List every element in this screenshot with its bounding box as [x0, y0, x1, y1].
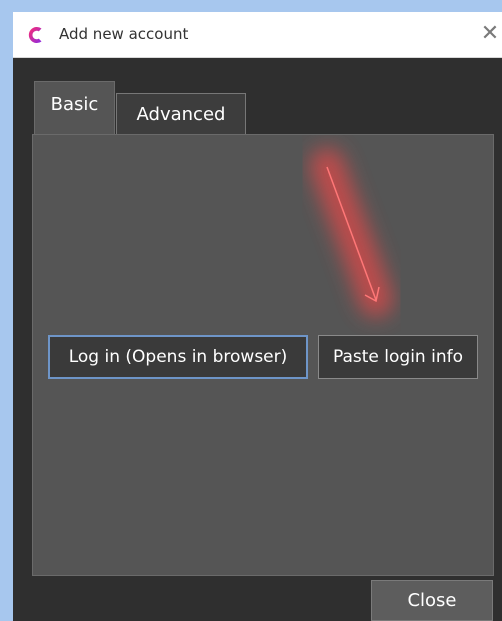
paste-login-info-button-label: Paste login info [333, 347, 463, 367]
paste-login-info-button[interactable]: Paste login info [318, 335, 478, 379]
dialog-window: Add new account ✕ Basic Advanced Log in … [13, 12, 502, 621]
c-logo-icon [28, 27, 42, 43]
title-bar: Add new account ✕ [13, 12, 502, 58]
login-browser-button-label: Log in (Opens in browser) [68, 347, 288, 367]
window-title: Add new account [59, 25, 189, 43]
close-icon[interactable]: ✕ [478, 20, 502, 48]
login-browser-button[interactable]: Log in (Opens in browser) [48, 335, 308, 379]
tab-basic-label: Basic [50, 94, 99, 115]
tab-advanced[interactable]: Advanced [116, 93, 246, 135]
basic-tab-panel: Log in (Opens in browser) Paste login in… [32, 134, 494, 576]
close-button-label: Close [407, 590, 457, 611]
tab-advanced-label: Advanced [136, 104, 226, 125]
close-button[interactable]: Close [371, 580, 493, 621]
tab-basic[interactable]: Basic [34, 81, 115, 135]
